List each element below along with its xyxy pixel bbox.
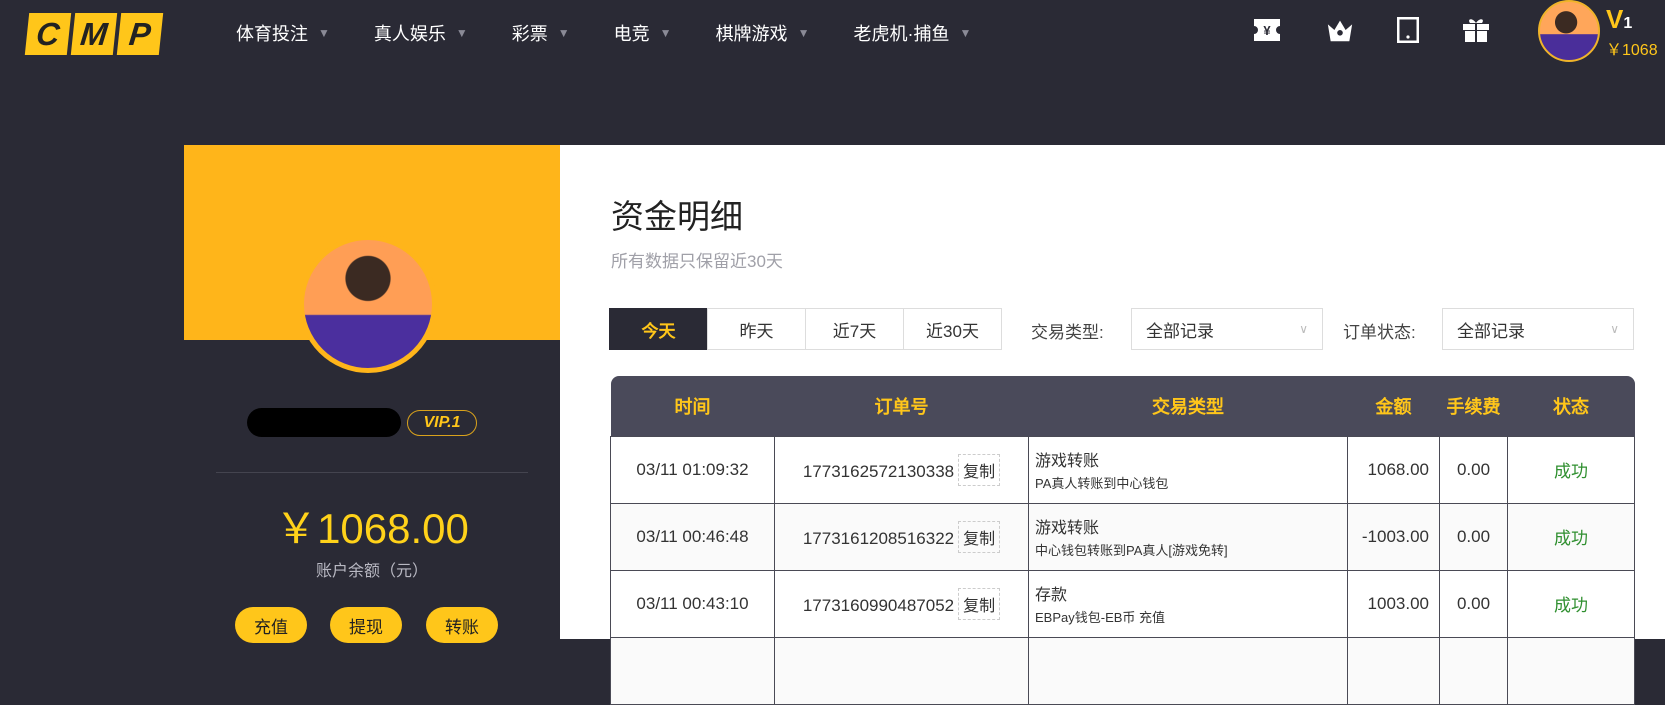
transactions-table: 时间 订单号 交易类型 金额 手续费 状态 03/11 01:09:32 177… <box>610 376 1635 705</box>
logo-letter: C <box>24 13 72 55</box>
username-redacted <box>247 408 401 437</box>
table-row: 03/11 01:09:32 1773162572130338 复制 游戏转账 PA… <box>610 435 1635 504</box>
time-cell: 03/11 00:43:10 <box>610 569 775 638</box>
amount-cell: 1068.00 <box>1347 435 1440 504</box>
time-cell: 03/11 01:09:32 <box>610 435 775 504</box>
nav-label: 棋牌游戏 <box>715 24 788 44</box>
nav-sports[interactable]: 体育投注 ▼ <box>236 20 330 46</box>
logo-letter: M <box>70 13 118 55</box>
transaction-type: 游戏转账 <box>1035 520 1100 537</box>
chevron-down-icon: ∨ <box>1299 322 1308 336</box>
level-number: 1 <box>1623 15 1633 32</box>
divider <box>216 472 528 473</box>
level-letter: V <box>1606 4 1624 34</box>
gift-icon[interactable] <box>1462 16 1490 44</box>
status-cell: 成功 <box>1507 435 1635 504</box>
nav-cards[interactable]: 棋牌游戏 ▼ <box>716 20 810 46</box>
main-nav: 体育投注 ▼ 真人娱乐 ▼ 彩票 ▼ 电竞 ▼ 棋牌游戏 ▼ 老虎机·捕鱼 ▼ <box>236 20 1015 46</box>
column-header: 金额 <box>1347 376 1440 436</box>
amount-cell: -1003.00 <box>1347 502 1440 571</box>
column-header: 状态 <box>1507 376 1635 436</box>
nav-slots[interactable]: 老虎机·捕鱼 ▼ <box>853 20 971 46</box>
table-row: 03/11 00:43:10 1773160990487052 复制 存款 EBPa… <box>610 569 1635 638</box>
nav-lottery[interactable]: 彩票 ▼ <box>512 20 570 46</box>
fee-cell: 0.00 <box>1439 435 1508 504</box>
transfer-button[interactable]: 转账 <box>426 607 498 643</box>
transaction-type-select[interactable]: 全部记录 ∨ <box>1131 308 1323 350</box>
transaction-type: 游戏转账 <box>1035 453 1100 470</box>
user-level: V1 <box>1606 4 1632 35</box>
order-status-select[interactable]: 全部记录 ∨ <box>1442 308 1634 350</box>
table-row: 03/11 00:46:48 1773161208516322 复制 游戏转账中心… <box>610 502 1635 571</box>
header-balance: ￥1068 <box>1606 42 1658 59</box>
transaction-type-label: 交易类型: <box>1031 323 1104 342</box>
amount-cell: 1003.00 <box>1347 569 1440 638</box>
order-status-label: 订单状态: <box>1343 323 1416 342</box>
fee-cell: 0.00 <box>1439 569 1508 638</box>
order-number: 1773162572130338 <box>802 461 955 481</box>
chevron-down-icon: ▼ <box>797 26 810 40</box>
page-subtitle: 所有数据只保留近30天 <box>611 252 783 271</box>
withdraw-button[interactable]: 提现 <box>330 607 402 643</box>
nav-label: 彩票 <box>511 24 548 44</box>
nav-esports[interactable]: 电竞 ▼ <box>614 20 672 46</box>
page-title: 资金明细 <box>611 198 743 235</box>
tab-7-days[interactable]: 近7天 <box>805 308 904 350</box>
chevron-down-icon: ▼ <box>959 26 972 40</box>
column-header: 时间 <box>610 376 775 436</box>
chevron-down-icon: ▼ <box>318 26 330 40</box>
copy-button[interactable]: 复制 <box>958 587 1001 620</box>
profile-avatar <box>299 235 437 373</box>
fee-cell: 0.00 <box>1439 502 1508 571</box>
crown-icon[interactable] <box>1326 16 1354 44</box>
logo[interactable]: C M P <box>24 13 164 55</box>
balance-label: 账户余额（元） <box>315 563 428 580</box>
column-header: 交易类型 <box>1028 376 1348 436</box>
type-cell: 游戏转账中心钱包转账到PA真人[游戏免转] <box>1028 502 1348 571</box>
svg-text:¥: ¥ <box>1263 23 1271 38</box>
user-avatar[interactable] <box>1538 0 1600 62</box>
logo-letter: P <box>116 13 164 55</box>
status-cell: 成功 <box>1507 502 1635 571</box>
select-value: 全部记录 <box>1457 321 1525 341</box>
column-header: 订单号 <box>774 376 1029 436</box>
chevron-down-icon: ▼ <box>455 26 468 40</box>
tablet-icon[interactable] <box>1394 16 1422 44</box>
copy-button[interactable]: 复制 <box>958 520 1001 553</box>
type-cell: 游戏转账 PA真人转账到中心钱包 <box>1028 435 1348 504</box>
deposit-button[interactable]: 充值 <box>235 607 307 643</box>
ticket-yen-icon[interactable]: ¥ <box>1253 16 1281 44</box>
type-cell: 存款 EBPay钱包-EB币 充值 <box>1028 569 1348 638</box>
chevron-down-icon: ▼ <box>659 26 672 40</box>
nav-live[interactable]: 真人娱乐 ▼ <box>374 20 468 46</box>
time-cell: 03/11 00:46:48 <box>610 502 775 571</box>
status-cell: 成功 <box>1507 569 1635 638</box>
column-header: 手续费 <box>1439 376 1508 436</box>
vip-badge: VIP.1 <box>407 410 477 436</box>
order-cell: 1773162572130338 复制 <box>774 435 1029 504</box>
order-cell: 1773160990487052 复制 <box>774 569 1029 638</box>
chevron-down-icon: ∨ <box>1610 322 1619 336</box>
account-balance: ￥1068.00 <box>275 505 469 552</box>
transaction-detail: EBPay钱包-EB币 充值 <box>1035 610 1166 625</box>
transaction-detail: PA真人转账到中心钱包 <box>1035 476 1169 491</box>
order-number: 1773161208516322 <box>802 528 955 548</box>
transaction-type: 存款 <box>1035 587 1068 604</box>
table-row <box>610 636 1635 705</box>
copy-button[interactable]: 复制 <box>958 453 1001 486</box>
tab-today[interactable]: 今天 <box>609 308 708 350</box>
tab-30-days[interactable]: 近30天 <box>903 308 1002 350</box>
tab-yesterday[interactable]: 昨天 <box>707 308 806 350</box>
nav-label: 老虎机·捕鱼 <box>853 24 950 44</box>
chevron-down-icon: ▼ <box>557 26 570 40</box>
nav-label: 真人娱乐 <box>373 24 446 44</box>
nav-label: 体育投注 <box>236 24 308 44</box>
select-value: 全部记录 <box>1146 321 1214 341</box>
order-number: 1773160990487052 <box>802 595 955 615</box>
date-tabs: 今天 昨天 近7天 近30天 <box>609 308 1002 350</box>
profile-card: VIP.1 ￥1068.00 账户余额（元） 充值 提现 转账 <box>184 145 560 643</box>
nav-label: 电竞 <box>613 24 650 44</box>
order-cell: 1773161208516322 复制 <box>774 502 1029 571</box>
transaction-detail: 中心钱包转账到PA真人[游戏免转] <box>1035 543 1228 558</box>
